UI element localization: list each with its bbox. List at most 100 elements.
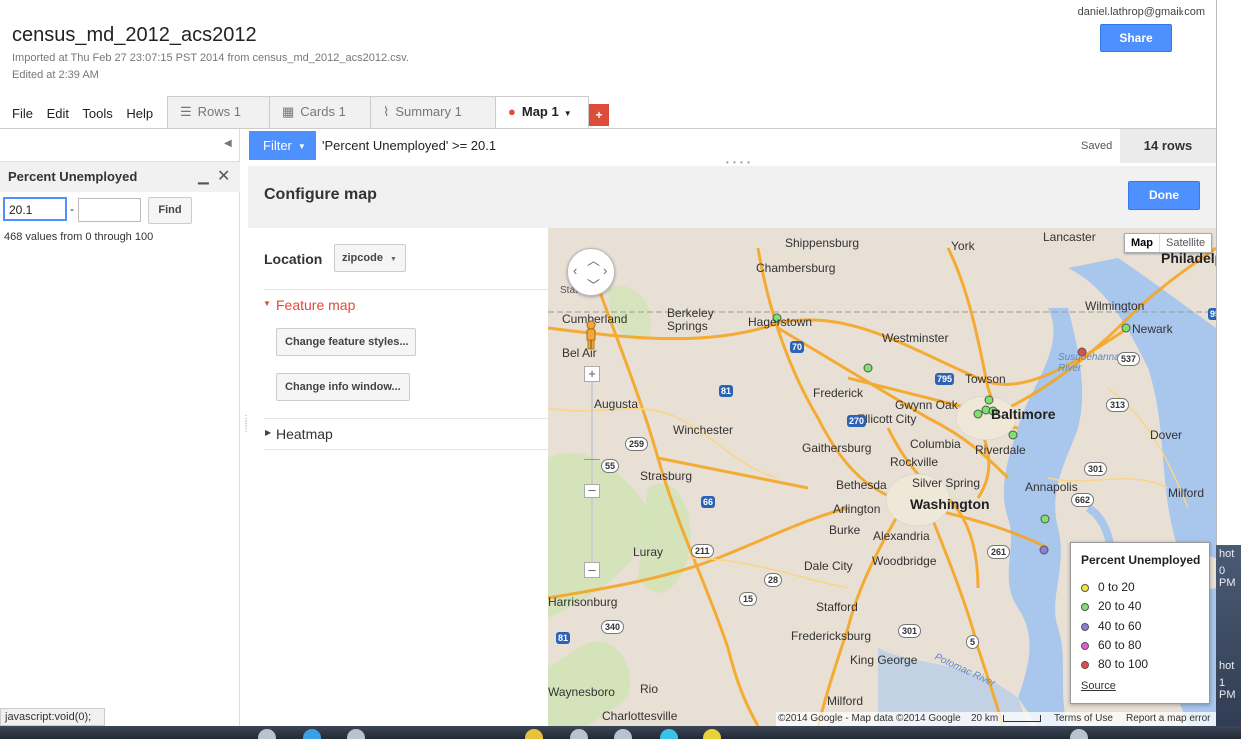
dock-app-icon[interactable] xyxy=(1070,729,1088,739)
share-button[interactable]: Share xyxy=(1100,24,1172,52)
tab-rows-label: Rows 1 xyxy=(197,104,242,119)
map-copyright: ©2014 Google - Map data ©2014 Google xyxy=(778,713,961,724)
chevron-down-icon: ▼ xyxy=(297,142,306,152)
place-label: Rockville xyxy=(890,455,939,469)
dock-app-icon[interactable] xyxy=(303,729,321,739)
place-label: Westminster xyxy=(882,331,949,345)
place-label: Towson xyxy=(965,372,1006,386)
expand-triangle-icon[interactable]: ▼ xyxy=(263,299,271,308)
pan-control[interactable]: ︿ ﹀ ‹ › xyxy=(567,248,615,296)
place-label: Wilmington xyxy=(1085,299,1145,313)
map-type-map-button[interactable]: Map xyxy=(1125,234,1160,252)
place-label: Gaithersburg xyxy=(802,441,872,455)
place-label: Shippensburg xyxy=(785,236,860,250)
dock-app-icon[interactable] xyxy=(347,729,365,739)
map-scale-label: 20 km xyxy=(971,713,999,724)
zoom-slider-track[interactable] xyxy=(591,380,593,570)
tab-cards[interactable]: ▦ Cards 1 xyxy=(269,96,371,128)
dock-app-icon[interactable] xyxy=(525,729,543,739)
marker-green[interactable] xyxy=(863,363,873,373)
menu-tools[interactable]: Tools xyxy=(82,106,112,121)
zoom-in-button[interactable]: + xyxy=(584,366,600,382)
collapse-panel-icon[interactable]: ◀ xyxy=(224,138,232,149)
tab-cards-label: Cards 1 xyxy=(300,104,346,119)
dock-app-icon[interactable] xyxy=(660,729,678,739)
place-label: Lancaster xyxy=(1043,230,1096,244)
place-label: York xyxy=(951,239,975,253)
splitter-grip-icon[interactable]: ⋮ ⋮ ⋮ xyxy=(242,415,250,433)
dock-app-icon[interactable] xyxy=(258,729,276,739)
dock-app-icon[interactable] xyxy=(570,729,588,739)
pan-right-icon[interactable]: › xyxy=(603,263,607,278)
zoom-out-button[interactable]: – xyxy=(584,562,600,578)
change-feature-styles-button[interactable]: Change feature styles... xyxy=(276,328,416,356)
legend-swatch xyxy=(1081,622,1089,631)
dock-app-icon[interactable] xyxy=(614,729,632,739)
location-label: Location xyxy=(264,251,323,267)
highway-shield: 15 xyxy=(739,592,758,606)
tab-summary-label: Summary 1 xyxy=(395,104,462,119)
report-error-link[interactable]: Report a map error xyxy=(1126,713,1210,724)
highway-shield: 259 xyxy=(625,437,649,451)
menu-file[interactable]: File xyxy=(12,106,33,121)
menu-help[interactable]: Help xyxy=(126,106,153,121)
place-label: Dover xyxy=(1150,428,1183,442)
done-button[interactable]: Done xyxy=(1128,181,1200,210)
marker-purple[interactable] xyxy=(1039,545,1049,555)
legend-item-label: 80 to 100 xyxy=(1098,657,1149,671)
map-type-satellite-button[interactable]: Satellite xyxy=(1160,234,1211,252)
range-max-input[interactable] xyxy=(78,198,141,222)
pan-up-icon[interactable]: ︿ xyxy=(587,250,600,269)
highway-shield: 211 xyxy=(691,544,714,558)
summary-icon: ⌇ xyxy=(383,104,390,119)
range-separator: - xyxy=(70,202,74,216)
facet-title: Percent Unemployed xyxy=(8,169,138,184)
find-button[interactable]: Find xyxy=(148,197,192,224)
pegman-icon[interactable] xyxy=(584,320,598,350)
account-caret-icon[interactable]: ▼ xyxy=(1177,8,1185,17)
pan-left-icon[interactable]: ‹ xyxy=(573,263,577,278)
marker-green[interactable] xyxy=(1008,430,1018,440)
marker-green[interactable] xyxy=(1040,514,1050,524)
highway-shield: 70 xyxy=(790,341,805,353)
tab-map[interactable]: ● Map 1 ▼ xyxy=(495,96,589,129)
heatmap-option[interactable]: Heatmap xyxy=(276,426,333,442)
tab-rows[interactable]: ☰ Rows 1 xyxy=(167,96,270,128)
place-label: Winchester xyxy=(673,423,734,437)
zoom-slider-handle[interactable]: – xyxy=(584,483,600,498)
close-icon[interactable]: ✕ xyxy=(217,166,230,186)
minimize-icon[interactable]: ▁ xyxy=(198,168,209,185)
legend-swatch xyxy=(1081,602,1089,611)
collapse-triangle-icon[interactable]: ▶ xyxy=(265,428,271,437)
legend-item: 20 to 40 xyxy=(1081,599,1141,613)
marker-green[interactable] xyxy=(984,395,994,405)
tab-menu-caret-icon[interactable]: ▼ xyxy=(564,109,572,118)
legend-swatch xyxy=(1081,641,1089,650)
feature-map-option[interactable]: Feature map xyxy=(276,297,355,313)
tab-summary[interactable]: ⌇ Summary 1 xyxy=(370,96,496,128)
place-label: Rio xyxy=(640,682,659,696)
menu-edit[interactable]: Edit xyxy=(47,106,69,121)
location-select[interactable]: zipcode ▼ xyxy=(334,244,406,272)
tab-map-label: Map 1 xyxy=(521,104,559,119)
desktop-file-label: hot xyxy=(1219,548,1235,560)
change-info-window-button[interactable]: Change info window... xyxy=(276,373,410,401)
pan-down-icon[interactable]: ﹀ xyxy=(587,275,600,294)
legend-source-link[interactable]: Source xyxy=(1081,680,1116,692)
account-email[interactable]: daniel.lathrop@gmail.com xyxy=(1078,6,1205,18)
place-label: Columbia xyxy=(910,437,961,451)
terms-link[interactable]: Terms of Use xyxy=(1054,713,1113,724)
add-tab-button[interactable]: + xyxy=(589,104,609,126)
marker-green[interactable] xyxy=(973,409,983,419)
marker-green[interactable] xyxy=(1121,323,1131,333)
highway-shield: 95 xyxy=(1208,308,1216,320)
place-label: Harrisonburg xyxy=(548,595,618,609)
range-min-input[interactable]: 20.1 xyxy=(3,197,67,221)
configure-map-title: Configure map xyxy=(264,186,377,203)
dock-app-icon[interactable] xyxy=(703,729,721,739)
filter-expression[interactable]: 'Percent Unemployed' >= 20.1 xyxy=(322,138,496,153)
document-title[interactable]: census_md_2012_acs2012 xyxy=(12,24,257,47)
map-legend: Percent Unemployed 0 to 20 20 to 40 40 t… xyxy=(1070,542,1210,704)
filter-button[interactable]: Filter ▼ xyxy=(249,131,316,160)
legend-item: 40 to 60 xyxy=(1081,619,1141,633)
